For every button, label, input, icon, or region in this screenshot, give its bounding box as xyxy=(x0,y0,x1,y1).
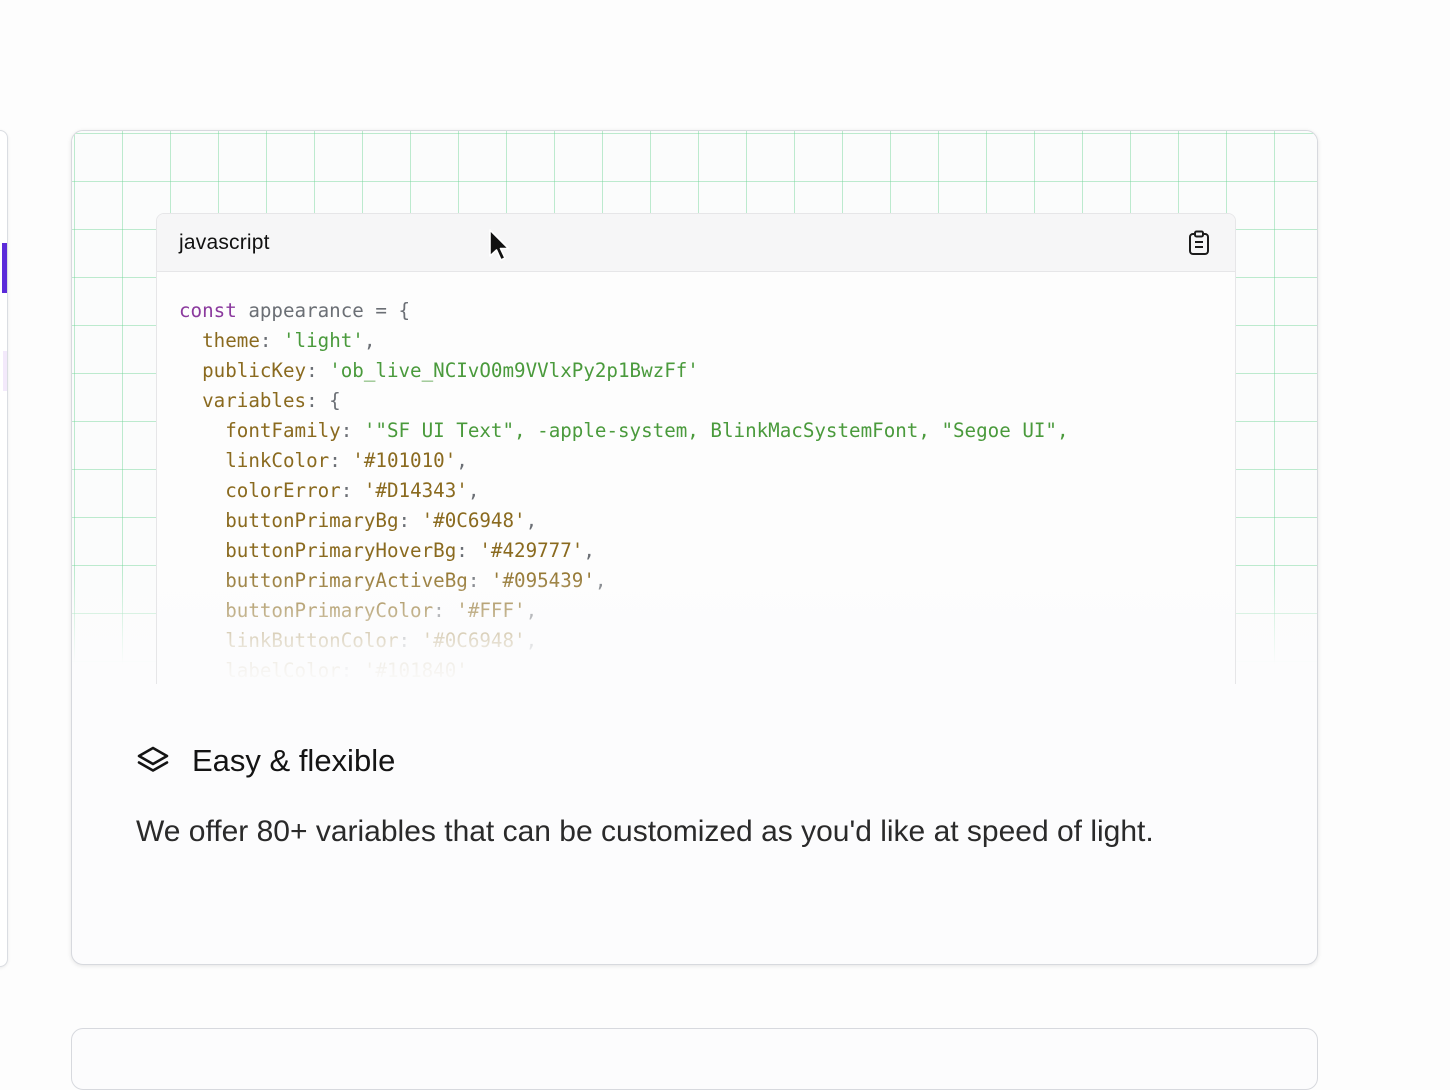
code-token: , xyxy=(583,539,595,562)
code-token: , xyxy=(525,509,538,532)
code-token: '#429777' xyxy=(479,539,584,562)
code-token: 'ob_live_NCIvO0m9VVlxPy2p1BwzFf' xyxy=(329,359,699,382)
clipboard-icon xyxy=(1189,230,1209,255)
code-token: , xyxy=(456,449,468,472)
code-token: '#0C6948' xyxy=(421,509,526,532)
code-token: publicKey xyxy=(202,359,307,382)
layers-icon xyxy=(137,746,169,772)
code-line: fontFamily: '"SF UI Text", -apple-system… xyxy=(179,416,1213,446)
code-token: variables xyxy=(202,389,307,412)
code-token: '#101010' xyxy=(352,449,457,472)
code-line: variables: { xyxy=(179,386,1213,416)
code-token: : xyxy=(340,479,364,502)
code-token: fontFamily xyxy=(225,419,341,442)
code-line: linkColor: '#101010', xyxy=(179,446,1213,476)
previous-card-accent xyxy=(2,243,7,293)
code-token: : { xyxy=(306,389,341,412)
previous-card-tint xyxy=(3,351,7,391)
code-token: '#D14343' xyxy=(363,479,468,502)
code-line: buttonPrimaryHoverBg: '#429777', xyxy=(179,536,1213,566)
code-token: buttonPrimaryHoverBg xyxy=(225,539,457,562)
code-token: colorError xyxy=(225,479,341,502)
code-line: publicKey: 'ob_live_NCIvO0m9VVlxPy2p1Bwz… xyxy=(179,356,1213,386)
feature-heading: Easy & flexible xyxy=(136,743,395,779)
code-language-label: javascript xyxy=(179,230,270,254)
previous-card-edge xyxy=(0,130,8,967)
code-token: : xyxy=(398,509,422,532)
code-token: appearance = { xyxy=(236,299,411,322)
code-line: theme: 'light', xyxy=(179,326,1213,356)
code-token: : xyxy=(306,359,330,382)
copy-code-button[interactable] xyxy=(1185,229,1213,257)
next-feature-card xyxy=(71,1028,1318,1090)
code-token: const xyxy=(179,299,237,322)
code-line: buttonPrimaryBg: '#0C6948', xyxy=(179,506,1213,536)
code-line: colorError: '#D14343', xyxy=(179,476,1213,506)
code-token: '"SF UI Text", -apple-system, BlinkMacSy… xyxy=(363,419,1069,442)
code-block: javascript const appearance = { theme: '… xyxy=(156,213,1236,684)
feature-description: We offer 80+ variables that can be custo… xyxy=(136,815,1154,848)
code-block-header: javascript xyxy=(157,214,1235,272)
code-fade xyxy=(157,564,1235,684)
code-token: : xyxy=(259,329,283,352)
code-token: buttonPrimaryBg xyxy=(225,509,399,532)
code-token: 'light' xyxy=(282,329,364,352)
code-token: : xyxy=(329,449,353,472)
code-token: linkColor xyxy=(225,449,330,472)
code-token: , xyxy=(467,479,480,502)
feature-title: Easy & flexible xyxy=(192,743,396,778)
code-token: theme xyxy=(202,329,260,352)
code-token: , xyxy=(363,329,376,352)
code-token: : xyxy=(340,419,364,442)
code-token: : xyxy=(456,539,480,562)
feature-card: javascript const appearance = { theme: '… xyxy=(71,130,1318,965)
mouse-cursor-icon xyxy=(489,229,510,261)
code-line: const appearance = { xyxy=(179,296,1213,326)
